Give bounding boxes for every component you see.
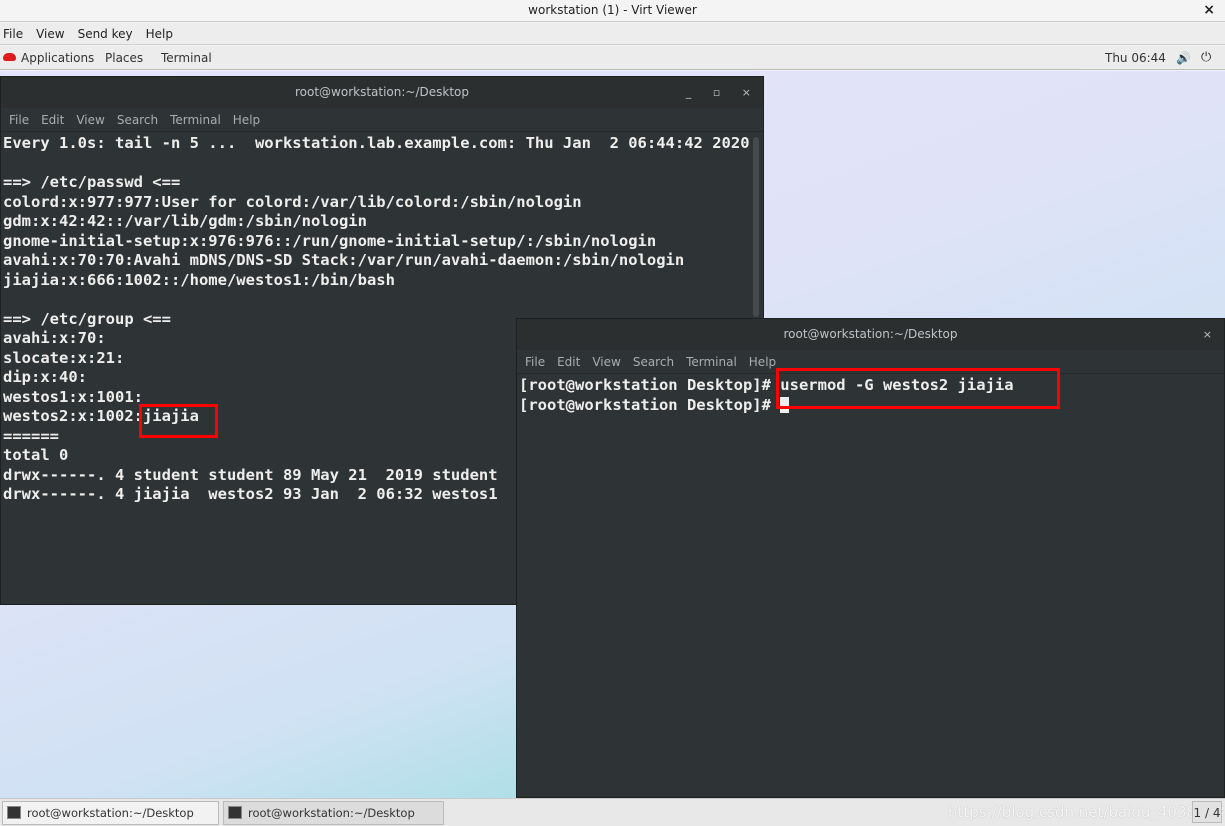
power-icon[interactable]: ⏻ [1201, 46, 1211, 70]
close-icon[interactable]: × [1203, 0, 1215, 20]
window-titlebar: workstation (1) - Virt Viewer × [0, 0, 1225, 22]
terminal-title: root@workstation:~/Desktop [783, 327, 958, 341]
menu-file[interactable]: File [525, 355, 545, 369]
terminal-line: colord:x:977:977:User for colord:/var/li… [3, 192, 582, 211]
redhat-icon [3, 53, 16, 61]
volume-icon[interactable]: 🔊 [1176, 46, 1191, 70]
terminal-line: ==> /etc/passwd <== [3, 173, 181, 191]
prompt: [root@workstation Desktop]# [519, 395, 781, 414]
terminal-titlebar[interactable]: root@workstation:~/Desktop × [517, 319, 1224, 350]
watermark: https://blog.csdn.net/baidu_40389082 [948, 803, 1225, 821]
terminal-window-shell[interactable]: root@workstation:~/Desktop × File Edit Vie… [516, 318, 1225, 798]
highlight-box [139, 404, 218, 438]
close-icon[interactable]: × [1203, 319, 1212, 350]
window-title: workstation (1) - Virt Viewer [528, 3, 697, 17]
menu-help[interactable]: Help [146, 27, 179, 41]
scrollbar[interactable] [753, 137, 759, 317]
gnome-top-bar: Applications Places Terminal Thu 06:44 🔊… [0, 46, 1225, 70]
window-controls[interactable]: _ ▫ × [686, 77, 751, 108]
menu-view[interactable]: View [76, 113, 104, 127]
menu-search[interactable]: Search [633, 355, 674, 369]
menu-file[interactable]: File [9, 113, 29, 127]
menu-help[interactable]: Help [233, 113, 260, 127]
menu-view[interactable]: View [592, 355, 620, 369]
workspace-pager[interactable]: 1 / 4 [1192, 801, 1222, 823]
viewer-menubar: File View Send key Help [0, 23, 1225, 45]
terminal-icon [228, 806, 242, 819]
terminal-icon [7, 806, 21, 819]
menu-edit[interactable]: Edit [41, 113, 64, 127]
menu-help[interactable]: Help [749, 355, 776, 369]
applications-menu[interactable]: Applications [21, 46, 94, 70]
terminal-line: gdm:x:42:42::/var/lib/gdm:/sbin/nologin [3, 212, 367, 230]
terminal-titlebar[interactable]: root@workstation:~/Desktop _ ▫ × [1, 77, 763, 108]
menu-terminal[interactable]: Terminal [686, 355, 737, 369]
terminal-line: gnome-initial-setup:x:976:976::/run/gnom… [3, 231, 657, 250]
menu-search[interactable]: Search [117, 113, 158, 127]
terminal-menubar: File Edit View Search Terminal Help [1, 108, 763, 132]
terminal-line: Every 1.0s: tail -n 5 ... workstation.la… [3, 134, 750, 152]
terminal-line: avahi:x:70:70:Avahi mDNS/DNS-SD Stack:/v… [3, 251, 685, 269]
menu-terminal[interactable]: Terminal [170, 113, 221, 127]
places-menu[interactable]: Places [105, 46, 143, 70]
taskbar-item[interactable]: root@workstation:~/Desktop [223, 801, 444, 825]
clock[interactable]: Thu 06:44 [1105, 46, 1166, 70]
menu-send-key[interactable]: Send key [78, 27, 139, 41]
taskbar-item-label: root@workstation:~/Desktop [248, 806, 415, 820]
menu-file[interactable]: File [3, 27, 29, 41]
taskbar-item[interactable]: root@workstation:~/Desktop [2, 801, 219, 825]
highlight-box [776, 368, 1060, 409]
terminal-app-menu[interactable]: Terminal [161, 46, 212, 70]
menu-view[interactable]: View [36, 27, 70, 41]
taskbar: root@workstation:~/Desktop root@workstat… [0, 798, 1225, 826]
terminal-title: root@workstation:~/Desktop [294, 85, 470, 99]
menu-edit[interactable]: Edit [557, 355, 580, 369]
taskbar-item-label: root@workstation:~/Desktop [27, 806, 194, 820]
terminal-line: jiajia:x:666:1002::/home/westos1:/bin/ba… [3, 270, 395, 289]
